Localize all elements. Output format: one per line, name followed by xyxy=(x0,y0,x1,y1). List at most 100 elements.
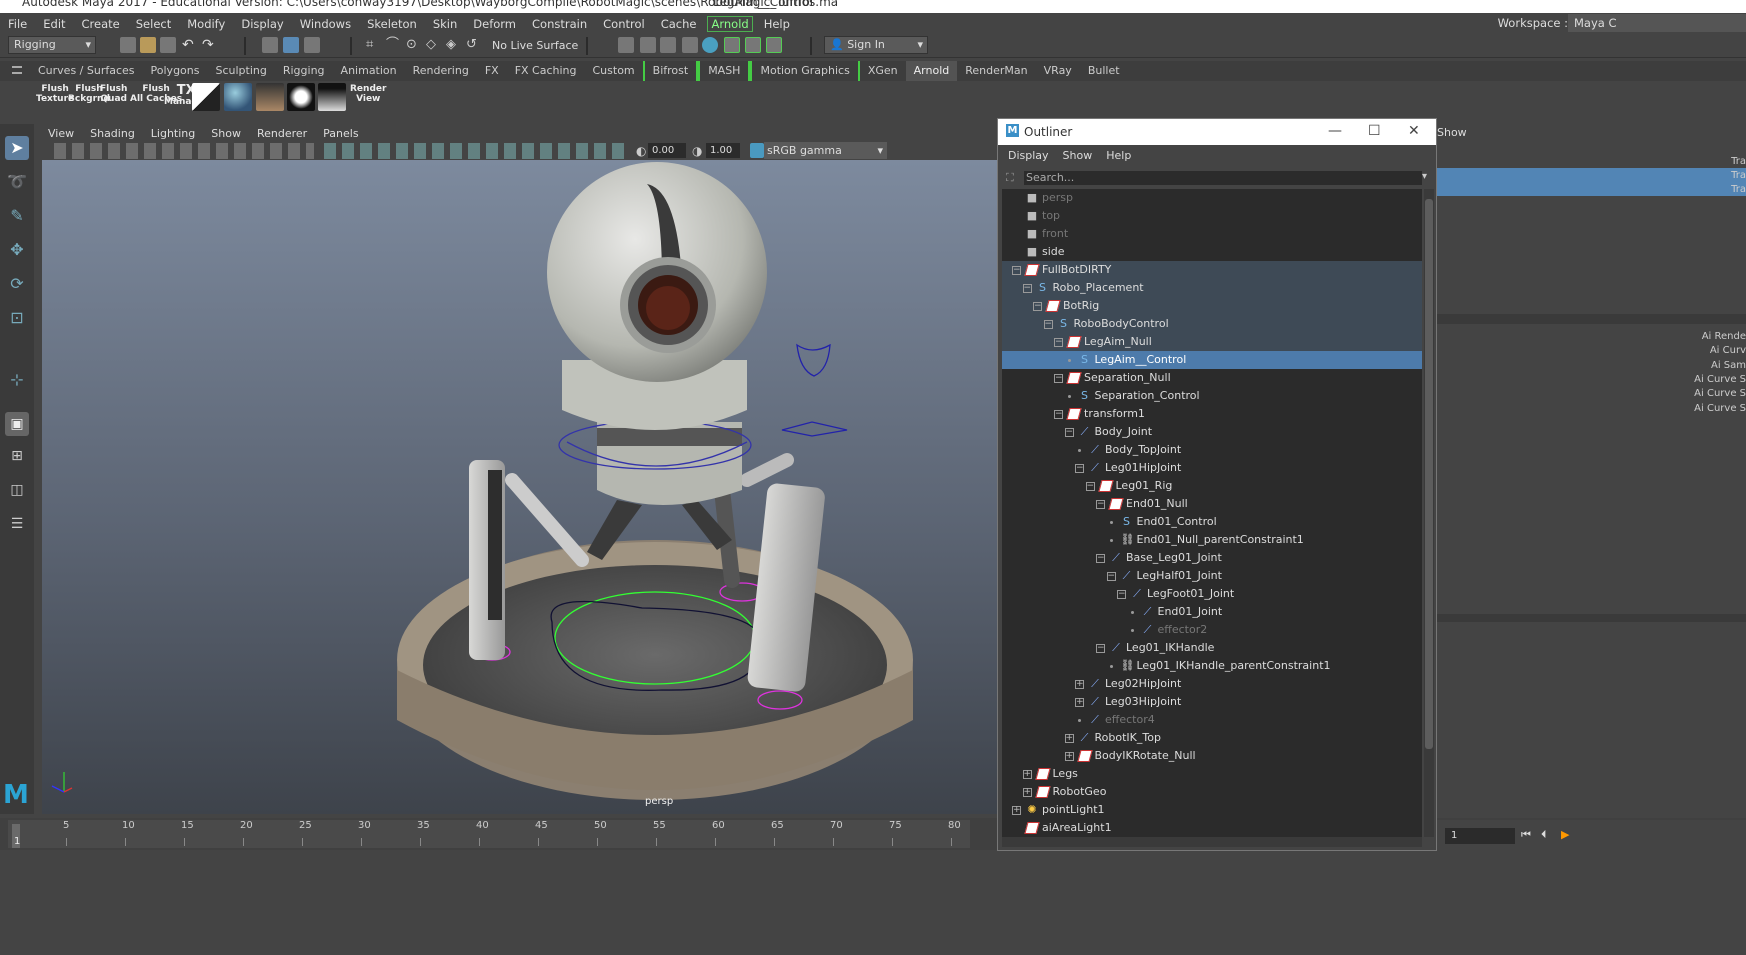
select-component-icon[interactable] xyxy=(304,37,320,53)
collapse-icon[interactable]: − xyxy=(1096,500,1105,509)
menu-deform[interactable]: Deform xyxy=(465,17,524,31)
close-icon[interactable]: ✕ xyxy=(1408,123,1420,139)
viewport-menu-shading[interactable]: Shading xyxy=(90,127,135,140)
expand-icon[interactable]: + xyxy=(1022,770,1032,779)
rotate-tool-icon[interactable]: ⟳ xyxy=(5,272,29,296)
outliner-row[interactable]: − ⟋ Body_Joint xyxy=(1002,423,1422,441)
time-slider-track[interactable] xyxy=(8,820,970,848)
shelf-tab-fx[interactable]: FX xyxy=(477,61,507,81)
collapse-icon[interactable]: − xyxy=(1064,428,1074,437)
expand-icon[interactable]: + xyxy=(1075,680,1084,689)
outliner-row[interactable]: S Separation_Control xyxy=(1002,387,1422,405)
outliner-row[interactable]: − ⟋ LegFoot01_Joint xyxy=(1002,585,1422,603)
menu-windows[interactable]: Windows xyxy=(292,17,359,31)
outliner-menu-show[interactable]: Show xyxy=(1063,149,1093,162)
expand-icon[interactable]: + xyxy=(1075,698,1084,707)
collapse-icon[interactable]: − xyxy=(1096,644,1105,653)
menu-arnold[interactable]: Arnold xyxy=(707,15,753,32)
gamma-field[interactable]: 1.00 xyxy=(706,143,740,158)
viewport-menu-panels[interactable]: Panels xyxy=(323,127,358,140)
collapse-icon[interactable]: − xyxy=(1022,284,1032,293)
attribute-editor-icon[interactable] xyxy=(766,37,782,53)
shelf-tab-animation[interactable]: Animation xyxy=(333,61,405,81)
outliner-row[interactable]: − Separation_Null xyxy=(1002,369,1422,387)
render-settings-icon[interactable] xyxy=(660,37,676,53)
snap-curve-icon[interactable]: ⌒ xyxy=(386,37,402,53)
shelf-tab-bifrost[interactable]: Bifrost xyxy=(642,61,699,81)
arnold-skydome-icon[interactable] xyxy=(192,83,220,111)
render-view-button[interactable]: Render View xyxy=(350,84,386,104)
outliner-row[interactable]: S LegAim__Control xyxy=(1002,351,1422,369)
menu-edit[interactable]: Edit xyxy=(35,17,73,31)
menu-file[interactable]: File xyxy=(0,17,35,31)
save-scene-icon[interactable] xyxy=(160,37,176,53)
shelf-tab-rigging[interactable]: Rigging xyxy=(275,61,333,81)
outliner-row[interactable]: − transform1 xyxy=(1002,405,1422,423)
viewport-menu-renderer[interactable]: Renderer xyxy=(257,127,307,140)
outliner-row[interactable]: + Legs xyxy=(1002,765,1422,783)
shelf-tab-motion-graphics[interactable]: Motion Graphics xyxy=(750,61,860,81)
lasso-tool-icon[interactable]: ➰ xyxy=(5,170,29,194)
character-controls-icon[interactable] xyxy=(745,37,761,53)
viewport-menu-lighting[interactable]: Lighting xyxy=(151,127,195,140)
outliner-menu-display[interactable]: Display xyxy=(1008,149,1049,162)
select-object-icon[interactable] xyxy=(283,37,299,53)
attr-row-selected[interactable] xyxy=(1437,182,1746,196)
collapse-icon[interactable]: − xyxy=(1054,410,1063,419)
snap-surface-icon[interactable]: ◈ xyxy=(446,37,462,53)
hypershade-icon[interactable] xyxy=(682,37,698,53)
arnold-area-light-icon[interactable] xyxy=(256,83,284,111)
select-tool-icon[interactable]: ➤ xyxy=(5,136,29,160)
menu-skeleton[interactable]: Skeleton xyxy=(359,17,425,31)
outliner-row[interactable]: + ⟋ Leg03HipJoint xyxy=(1002,693,1422,711)
collapse-icon[interactable]: − xyxy=(1012,266,1021,275)
menu-control[interactable]: Control xyxy=(595,17,653,31)
outliner-row[interactable]: aiAreaLight1 xyxy=(1002,819,1422,837)
expand-icon[interactable]: + xyxy=(1012,806,1021,815)
arnold-photometric-icon[interactable] xyxy=(318,83,346,111)
snap-plane-icon[interactable]: ◇ xyxy=(426,37,442,53)
outliner-row[interactable]: − ⟋ LegHalf01_Joint xyxy=(1002,567,1422,585)
render-frame-icon[interactable] xyxy=(618,37,634,53)
go-to-start-icon[interactable]: ⏮ xyxy=(1521,828,1531,842)
outliner-row[interactable]: ■ top xyxy=(1002,207,1422,225)
arnold-mesh-light-icon[interactable] xyxy=(287,83,315,111)
outliner-row[interactable]: − ⟋ Leg01_IKHandle xyxy=(1002,639,1422,657)
outliner-row[interactable]: ■ persp xyxy=(1002,189,1422,207)
outliner-row[interactable]: ⟋ effector4 xyxy=(1002,711,1422,729)
outliner-horizontal-scrollbar[interactable] xyxy=(1002,837,1422,847)
outliner-row[interactable]: − LegAim_Null xyxy=(1002,333,1422,351)
menu-display[interactable]: Display xyxy=(233,17,291,31)
undo-icon[interactable]: ↶ xyxy=(182,37,198,53)
viewport-menu-show[interactable]: Show xyxy=(211,127,241,140)
collapse-icon[interactable]: − xyxy=(1075,464,1084,473)
move-tool-icon[interactable]: ✥ xyxy=(5,238,29,262)
collapse-icon[interactable]: − xyxy=(1106,572,1116,581)
outliner-row[interactable]: ■ front xyxy=(1002,225,1422,243)
scale-tool-icon[interactable]: ⊡ xyxy=(5,306,29,330)
menu-create[interactable]: Create xyxy=(74,17,128,31)
menu-help[interactable]: Help xyxy=(756,17,798,31)
collapse-icon[interactable]: − xyxy=(1054,338,1063,347)
outliner-row[interactable]: + ✺ pointLight1 xyxy=(1002,801,1422,819)
shelf-tab-mash[interactable]: MASH xyxy=(698,61,751,81)
maximize-icon[interactable]: ☐ xyxy=(1368,123,1381,139)
filter-icon[interactable]: ⛶ xyxy=(1006,171,1014,185)
outliner-row[interactable]: − End01_Null xyxy=(1002,495,1422,513)
outliner-menu-help[interactable]: Help xyxy=(1106,149,1131,162)
outliner-row[interactable]: + ⟋ Leg02HipJoint xyxy=(1002,675,1422,693)
attr-row-selected[interactable] xyxy=(1437,168,1746,182)
minimize-icon[interactable]: — xyxy=(1328,123,1342,139)
paint-select-icon[interactable]: ✎ xyxy=(5,204,29,228)
collapse-icon[interactable]: − xyxy=(1096,554,1105,563)
redo-icon[interactable]: ↷ xyxy=(202,37,218,53)
camera-tools-icons[interactable] xyxy=(54,143,314,159)
collapse-icon[interactable]: − xyxy=(1033,302,1042,311)
expand-icon[interactable]: + xyxy=(1064,752,1074,761)
ipr-render-icon[interactable] xyxy=(640,37,656,53)
outliner-row[interactable]: ⛓ End01_Null_parentConstraint1 xyxy=(1002,531,1422,549)
shelf-tab-bullet[interactable]: Bullet xyxy=(1080,61,1128,81)
outliner-row[interactable]: + BodyIKRotate_Null xyxy=(1002,747,1422,765)
collapse-icon[interactable]: − xyxy=(1054,374,1063,383)
open-scene-icon[interactable] xyxy=(140,37,156,53)
